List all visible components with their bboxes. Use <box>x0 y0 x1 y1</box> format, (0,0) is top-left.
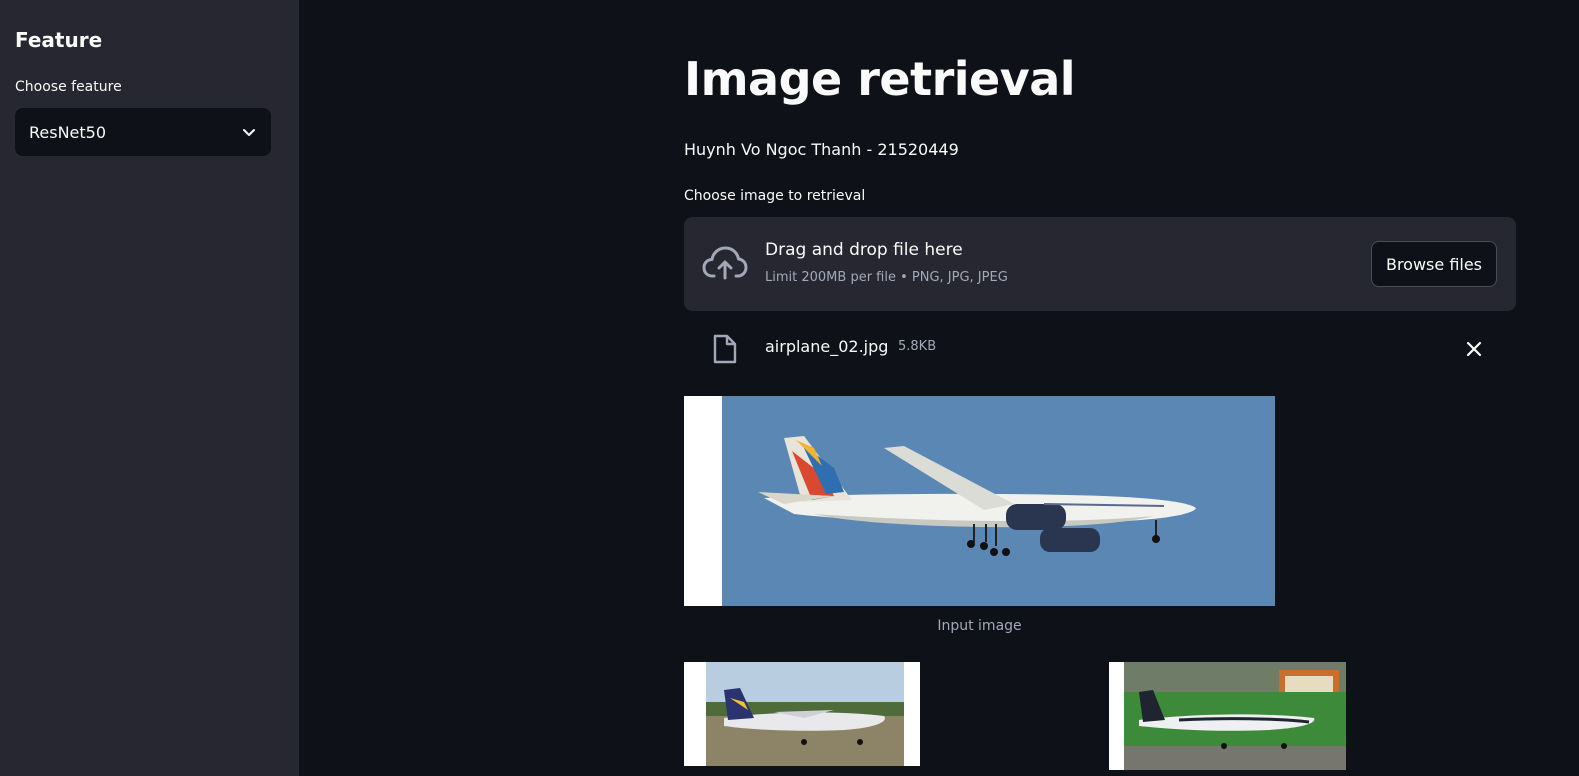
result-image <box>1109 662 1346 770</box>
page-title: Image retrieval <box>684 52 1076 106</box>
feature-select-value: ResNet50 <box>29 122 107 142</box>
input-image-caption: Input image <box>937 618 1022 634</box>
file-icon <box>713 334 737 364</box>
chevron-down-icon <box>243 129 255 136</box>
dropzone-title: Drag and drop file here <box>765 240 963 260</box>
feature-select-label: Choose feature <box>15 79 122 95</box>
result-image <box>684 662 920 766</box>
uploaded-file-size: 5.8KB <box>898 339 937 354</box>
uploaded-file-row: airplane_02.jpg 5.8KB <box>684 326 1516 372</box>
sidebar-title: Feature <box>15 28 103 52</box>
close-icon[interactable] <box>1463 338 1485 360</box>
feature-select[interactable]: ResNet50 <box>15 108 271 156</box>
uploader-label: Choose image to retrieval <box>684 188 866 204</box>
file-dropzone[interactable]: Drag and drop file here Limit 200MB per … <box>684 217 1516 311</box>
browse-files-button[interactable]: Browse files <box>1371 241 1497 287</box>
input-image <box>684 396 1275 606</box>
sidebar: Feature Choose feature ResNet50 <box>0 0 299 776</box>
uploaded-file-name: airplane_02.jpg <box>765 337 889 356</box>
cloud-upload-icon <box>702 246 748 280</box>
app-root: Feature Choose feature ResNet50 Image re… <box>0 0 1579 776</box>
dropzone-limit-text: Limit 200MB per file • PNG, JPG, JPEG <box>765 270 1008 285</box>
author-line: Huynh Vo Ngoc Thanh - 21520449 <box>684 140 959 159</box>
